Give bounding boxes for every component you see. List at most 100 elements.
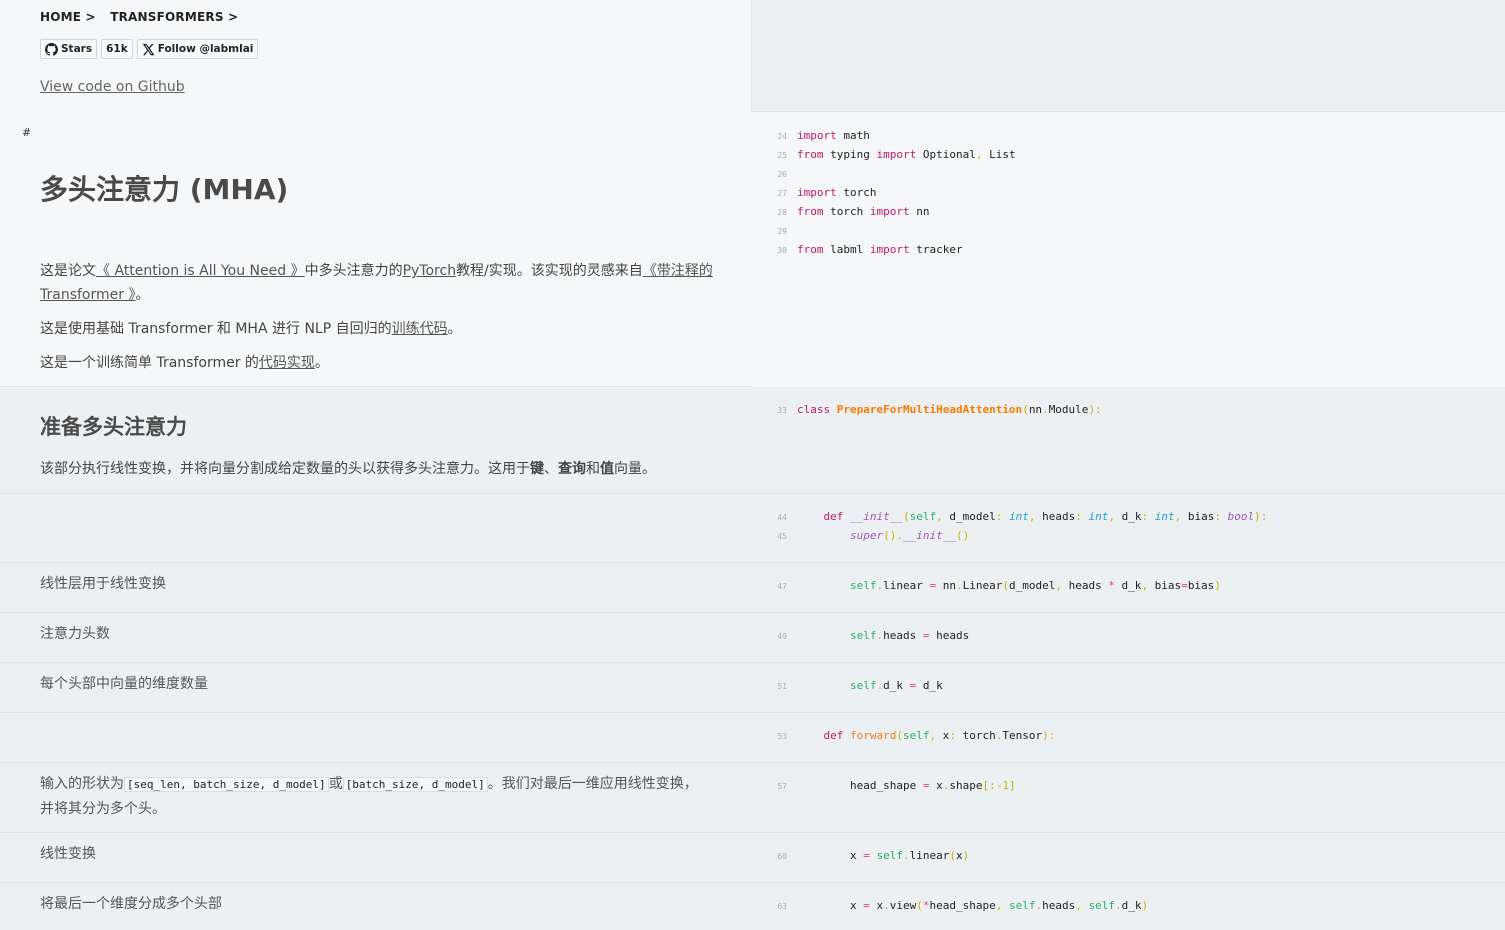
header-right — [752, 0, 1505, 112]
code-line: 63 x = x.view(*head_shape, self.heads, s… — [752, 896, 1148, 915]
line-number: 57 — [777, 782, 787, 791]
code-line: 44 def __init__(self, d_model: int, head… — [752, 507, 1267, 526]
code-line: 33 class PrepareForMultiHeadAttention(nn.… — [752, 400, 1101, 419]
page-title: 多头注意力 (MHA) — [40, 173, 289, 206]
code-row-init: 44 def __init__(self, d_model: int, head… — [0, 494, 1505, 563]
line-number: 44 — [777, 513, 787, 522]
breadcrumb-transformers[interactable]: TRANSFORMERS > — [110, 10, 238, 24]
anchor-hash[interactable]: # — [22, 126, 31, 139]
code-impl-link[interactable]: 代码实现 — [259, 355, 315, 371]
row-code: 63 x = x.view(*head_shape, self.heads, s… — [752, 883, 1505, 930]
text: 这是论文 — [40, 263, 96, 279]
view-code-link[interactable]: View code on Github — [40, 79, 185, 95]
code-line: 49 self.heads = heads — [752, 626, 969, 645]
code-row-headshape: 输入的形状为 [seq_len, batch_size, d_model] 或 [ba… — [0, 763, 1505, 833]
code-line: 45 super().__init__() — [752, 526, 969, 545]
imports-code: 24 import math 25 from typing import Optio… — [752, 112, 1505, 387]
line-number: 47 — [777, 582, 787, 591]
code-row-view: 将最后一个维度分成多个头部 63 x = x.view(*head_shape,… — [0, 883, 1505, 930]
row-code: 44 def __init__(self, d_model: int, head… — [752, 494, 1505, 562]
breadcrumb-home[interactable]: HOME > — [40, 10, 96, 24]
header: HOME > TRANSFORMERS > Stars 61k Follow @… — [0, 0, 1505, 112]
row-code: 60 x = self.linear(x) — [752, 833, 1505, 882]
github-stars-button[interactable]: Stars — [40, 39, 98, 59]
intro-paragraph-1: 这是论文《 Attention is All You Need 》中多头注意力的… — [40, 259, 730, 307]
line-number: 26 — [777, 170, 787, 179]
breadcrumb: HOME > TRANSFORMERS > — [40, 10, 248, 24]
row-doc — [0, 494, 752, 562]
inline-code: [seq_len, batch_size, d_model] — [124, 777, 329, 792]
line-number: 60 — [777, 852, 787, 861]
row-doc: 输入的形状为 [seq_len, batch_size, d_model] 或 [ba… — [0, 763, 752, 832]
row-doc: 线性层用于线性变换 — [0, 563, 752, 612]
keyword: 查询 — [558, 461, 586, 477]
text: 向量。 — [614, 461, 656, 477]
page: HOME > TRANSFORMERS > Stars 61k Follow @… — [0, 0, 1505, 930]
section-title: 准备多头注意力 — [40, 415, 187, 439]
text: 。 — [135, 287, 150, 303]
line-number: 53 — [777, 732, 787, 741]
intro-paragraph-2: 这是使用基础 Transformer 和 MHA 进行 NLP 自回归的训练代码… — [40, 317, 730, 341]
line-number: 49 — [777, 632, 787, 641]
code-row-linear: 线性层用于线性变换 47 self.linear = nn.Linear(d_m… — [0, 563, 1505, 613]
header-left: HOME > TRANSFORMERS > Stars 61k Follow @… — [0, 0, 752, 112]
code-line: 51 self.d_k = d_k — [752, 676, 942, 695]
prepare-mha-section: 准备多头注意力 该部分执行线性变换，并将向量分割成给定数量的头以获得多头注意力。… — [0, 387, 1505, 494]
code-line: 24 import math — [752, 126, 870, 145]
text: 。 — [314, 355, 329, 371]
paper-link[interactable]: 《 Attention is All You Need 》 — [96, 263, 305, 279]
code-line: 29 — [752, 221, 797, 240]
code-line: 53 def forward(self, x: torch.Tensor): — [752, 726, 1055, 745]
follow-button[interactable]: Follow @labmlai — [136, 39, 259, 59]
text: 教程/实现。该实现的灵感来自 — [456, 263, 643, 279]
text: 并将其分为多个头。 — [40, 801, 166, 817]
training-code-link[interactable]: 训练代码 — [392, 321, 448, 337]
code-line: 28 from torch import nn — [752, 202, 929, 221]
code-line: 26 — [752, 164, 797, 183]
class-code: 33 class PrepareForMultiHeadAttention(nn.… — [752, 387, 1505, 493]
text: 或 — [328, 776, 343, 792]
line-number: 29 — [777, 227, 787, 236]
row-doc: 将最后一个维度分成多个头部 — [0, 883, 752, 930]
code-row-heads: 注意力头数 49 self.heads = heads — [0, 613, 1505, 663]
line-number: 45 — [777, 532, 787, 541]
code-row-apply-linear: 线性变换 60 x = self.linear(x) — [0, 833, 1505, 883]
line-number: 33 — [777, 406, 787, 415]
text: 。我们对最后一维应用线性变换， — [487, 776, 698, 792]
intro-paragraph-3: 这是一个训练简单 Transformer 的代码实现。 — [40, 351, 730, 375]
follow-label: Follow @labmlai — [157, 43, 254, 55]
row-doc-text: 线性变换 — [40, 846, 96, 862]
row-doc — [0, 713, 752, 762]
code-row-dk: 每个头部中向量的维度数量 51 self.d_k = d_k — [0, 663, 1505, 713]
code-line: 27 import torch — [752, 183, 876, 202]
code-line: 47 self.linear = nn.Linear(d_model, head… — [752, 576, 1221, 595]
line-number: 51 — [777, 682, 787, 691]
row-code: 57 head_shape = x.shape[:-1] — [752, 763, 1505, 832]
code-line: 57 head_shape = x.shape[:-1] — [752, 776, 1015, 795]
row-doc-text: 每个头部中向量的维度数量 — [40, 676, 208, 692]
row-doc-text: 将最后一个维度分成多个头部 — [40, 896, 222, 912]
pytorch-link[interactable]: PyTorch — [403, 263, 456, 279]
text: 、 — [544, 461, 558, 477]
text: 这是使用基础 Transformer 和 MHA 进行 NLP 自回归的 — [40, 321, 392, 337]
line-number: 63 — [777, 902, 787, 911]
row-doc-text: 注意力头数 — [40, 626, 110, 642]
x-icon — [142, 43, 155, 55]
line-number: 24 — [777, 132, 787, 141]
section-desc: 该部分执行线性变换，并将向量分割成给定数量的头以获得多头注意力。这用于键、查询和… — [40, 457, 656, 481]
line-number: 30 — [777, 246, 787, 255]
row-doc: 线性变换 — [0, 833, 752, 882]
row-doc: 注意力头数 — [0, 613, 752, 662]
github-badges: Stars 61k Follow @labmlai — [40, 39, 259, 59]
stars-label: Stars — [61, 43, 93, 55]
row-code: 47 self.linear = nn.Linear(d_model, head… — [752, 563, 1505, 612]
text: 这是一个训练简单 Transformer 的 — [40, 355, 259, 371]
row-code: 49 self.heads = heads — [752, 613, 1505, 662]
code-row-forward: 53 def forward(self, x: torch.Tensor): — [0, 713, 1505, 763]
stars-count[interactable]: 61k — [101, 39, 133, 59]
line-number: 27 — [777, 189, 787, 198]
prepare-mha-doc: 准备多头注意力 该部分执行线性变换，并将向量分割成给定数量的头以获得多头注意力。… — [0, 387, 752, 493]
row-code: 53 def forward(self, x: torch.Tensor): — [752, 713, 1505, 762]
row-code: 51 self.d_k = d_k — [752, 663, 1505, 712]
github-icon — [45, 42, 58, 56]
